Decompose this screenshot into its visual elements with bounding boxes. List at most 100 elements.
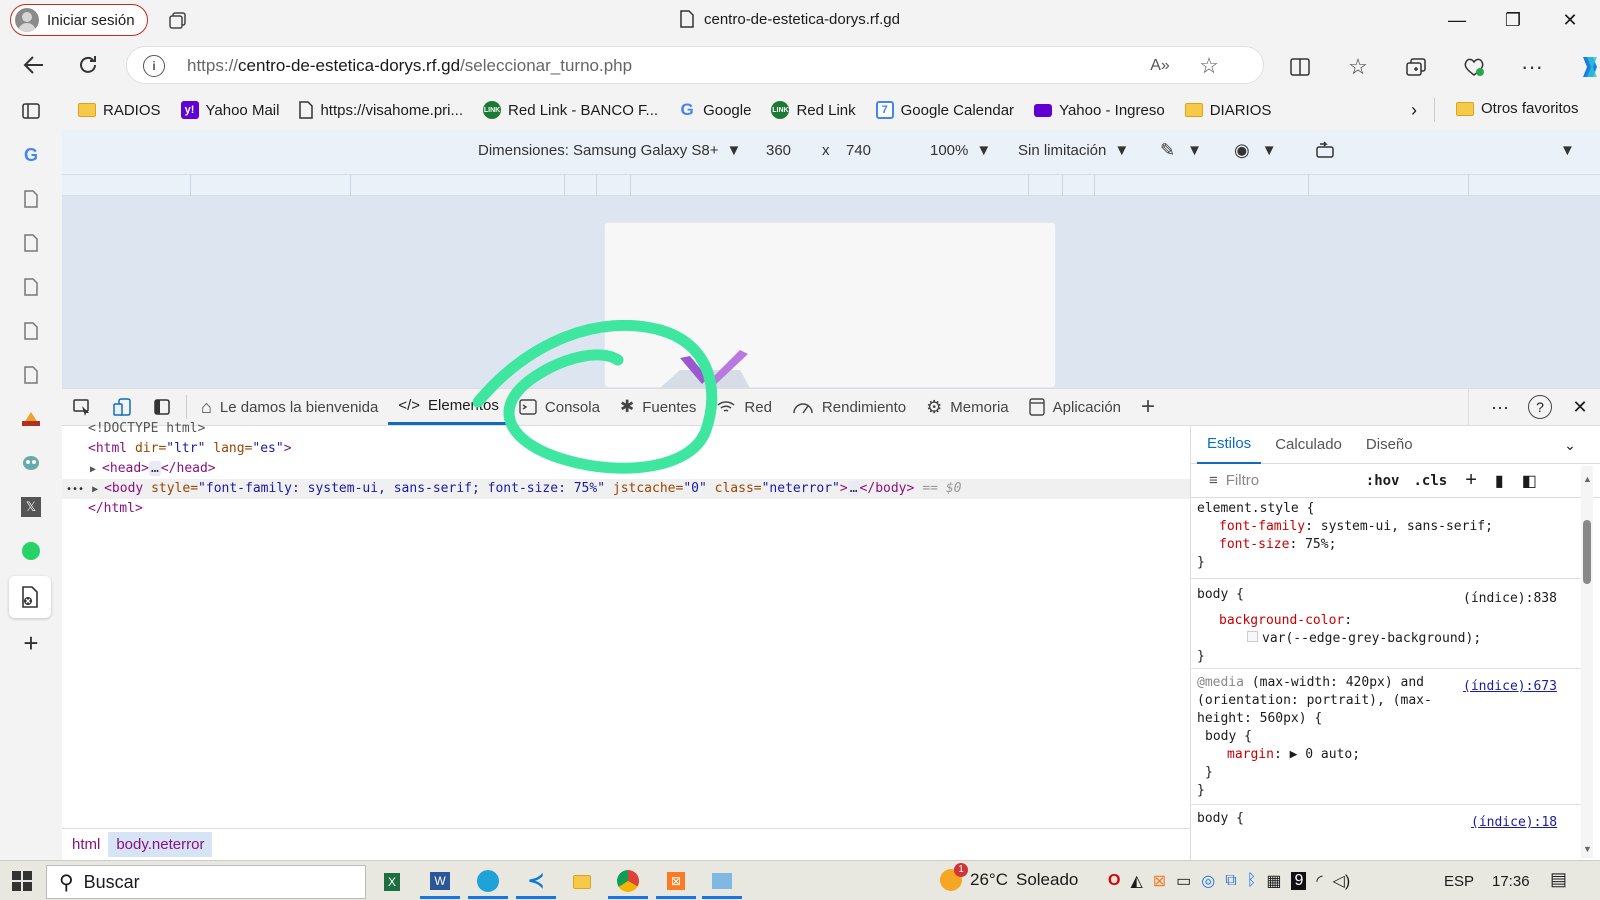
- scroll-up-icon[interactable]: ▲: [1583, 474, 1592, 484]
- page-tab-icon[interactable]: [16, 184, 46, 214]
- new-rule-icon[interactable]: +: [1465, 469, 1477, 492]
- scroll-down-icon[interactable]: ▼: [1583, 844, 1592, 854]
- xampp-app-icon[interactable]: ⊠: [656, 865, 696, 899]
- network-share-icon[interactable]: ⧉: [1225, 872, 1236, 890]
- prop-value[interactable]: : system-ui, sans-serif;: [1305, 519, 1493, 534]
- tab-actions-icon[interactable]: [164, 6, 192, 34]
- rule-source-link[interactable]: (índice):673: [1463, 678, 1557, 696]
- close-window-button[interactable]: ✕: [1545, 0, 1595, 40]
- weather-widget[interactable]: 1 26°C Soleado: [940, 863, 1078, 891]
- browser-essentials-icon[interactable]: [1456, 49, 1492, 85]
- collapsed-ellipsis[interactable]: …: [847, 481, 860, 496]
- style-rule-body-2[interactable]: body {: [1197, 810, 1244, 828]
- notes-app-icon[interactable]: [702, 865, 742, 899]
- styles-scrollbar[interactable]: ▲ ▼: [1581, 466, 1593, 858]
- collections-icon[interactable]: [1398, 49, 1434, 85]
- page-tab-icon[interactable]: [16, 272, 46, 302]
- prop-name[interactable]: font-family: [1219, 519, 1305, 534]
- rule-source-link[interactable]: (índice):838: [1463, 590, 1557, 608]
- rotate-button[interactable]: [1314, 140, 1336, 160]
- expand-triangle-icon[interactable]: ▶: [90, 464, 102, 475]
- tray-app-icon[interactable]: 9: [1291, 872, 1307, 890]
- tray-app-icon[interactable]: ◭: [1130, 871, 1142, 891]
- fav-item-visahome[interactable]: https://visahome.pri...: [299, 101, 463, 119]
- dom-html-close[interactable]: </html>: [88, 499, 1216, 519]
- fav-item-radios[interactable]: RADIOS: [78, 102, 161, 119]
- cls-toggle[interactable]: .cls: [1413, 473, 1447, 489]
- wifi-icon[interactable]: ◜: [1316, 871, 1322, 891]
- device-select[interactable]: Dimensiones: Samsung Galaxy S8+ ▼: [478, 142, 741, 159]
- clock[interactable]: 17:36: [1492, 873, 1530, 890]
- rule-source-link[interactable]: (índice):18: [1471, 814, 1557, 832]
- expand-triangle-icon[interactable]: ▶: [92, 484, 104, 495]
- breadcrumb-html[interactable]: html: [64, 832, 108, 857]
- tray-app-icon[interactable]: ◎: [1201, 871, 1215, 891]
- toggle-sidebar-icon[interactable]: ◧: [1522, 471, 1537, 491]
- windows-start-icon[interactable]: [10, 869, 34, 893]
- taskbar-search[interactable]: ⚲ Buscar: [46, 865, 366, 899]
- row-dots-icon[interactable]: •••: [66, 484, 84, 495]
- xampp-tray-icon[interactable]: ⊠: [1153, 871, 1166, 891]
- ghost-tab-icon[interactable]: [16, 448, 46, 478]
- dom-body-node-selected[interactable]: ••• ▶ <body style="font-family: system-ui…: [62, 479, 1190, 499]
- fav-item-diarios[interactable]: DIARIOS: [1184, 102, 1271, 119]
- prop-name[interactable]: font-size: [1219, 537, 1289, 552]
- eyedropper-button[interactable]: ✎ ▼: [1160, 140, 1202, 161]
- scrollbar-thumb[interactable]: [1583, 520, 1591, 584]
- page-tab-icon[interactable]: [16, 360, 46, 390]
- tab-styles[interactable]: Estilos: [1197, 426, 1262, 464]
- tab-layout[interactable]: Diseño: [1356, 426, 1423, 464]
- bluetooth-icon[interactable]: ᛒ: [1247, 872, 1257, 890]
- x-tab-icon[interactable]: 𝕏: [16, 492, 46, 522]
- page-tab-icon[interactable]: [16, 228, 46, 258]
- whatsapp-tab-icon[interactable]: [16, 536, 46, 566]
- device-toolbar-menu-icon[interactable]: ▼: [1560, 142, 1575, 159]
- read-aloud-icon[interactable]: A»: [1147, 54, 1173, 78]
- refresh-button[interactable]: [70, 47, 106, 83]
- copilot-icon[interactable]: [1572, 49, 1600, 85]
- style-rule-body-1[interactable]: body { background-color: var(--edge-grey…: [1197, 586, 1481, 666]
- favorite-star-icon[interactable]: ☆: [1195, 52, 1223, 80]
- volume-icon[interactable]: ◁): [1333, 871, 1351, 891]
- split-screen-icon[interactable]: [1282, 49, 1318, 85]
- help-icon[interactable]: ?: [1528, 395, 1552, 419]
- fav-item-google[interactable]: G Google: [678, 100, 751, 119]
- excel-app-icon[interactable]: X: [372, 865, 412, 899]
- back-button[interactable]: [16, 47, 52, 83]
- file-explorer-app-icon[interactable]: [562, 865, 602, 899]
- add-tab-icon[interactable]: +: [16, 628, 46, 658]
- fav-item-yahoo-mail[interactable]: y! Yahoo Mail: [180, 101, 279, 119]
- edge-app-icon[interactable]: [468, 865, 508, 899]
- more-tools-icon[interactable]: ···: [1488, 395, 1512, 419]
- chevron-down-icon[interactable]: ⌄: [1559, 434, 1581, 456]
- filter-input[interactable]: Filtro: [1226, 472, 1356, 489]
- hov-toggle[interactable]: :hov: [1366, 473, 1400, 489]
- more-options-icon[interactable]: ···: [1514, 49, 1550, 85]
- minimize-button[interactable]: —: [1432, 0, 1482, 40]
- url-text[interactable]: https://centro-de-estetica-dorys.rf.gd/s…: [187, 56, 632, 76]
- battery-icon[interactable]: ▭: [1176, 871, 1191, 891]
- height-input[interactable]: 740: [846, 142, 896, 159]
- prop-value[interactable]: var(--edge-grey-background);: [1262, 631, 1481, 646]
- prop-name[interactable]: background-color: [1219, 613, 1344, 628]
- style-rule-media[interactable]: @media (max-width: 420px) and (orientati…: [1197, 674, 1432, 800]
- site-info-icon[interactable]: i: [143, 55, 165, 77]
- fav-item-redlink-banco[interactable]: LINK Red Link - BANCO F...: [483, 101, 658, 119]
- tray-app-icon[interactable]: ▦: [1266, 871, 1281, 891]
- google-tab-icon[interactable]: G: [16, 140, 46, 170]
- vertical-tabs-icon[interactable]: [16, 96, 46, 126]
- breadcrumb-body[interactable]: body.neterror: [108, 832, 213, 857]
- opera-icon[interactable]: O: [1108, 872, 1120, 890]
- width-input[interactable]: 360: [766, 142, 816, 159]
- tab-computed[interactable]: Calculado: [1265, 426, 1352, 464]
- throttle-select[interactable]: Sin limitación ▼: [1018, 142, 1129, 159]
- prop-value[interactable]: : 75%;: [1289, 537, 1336, 552]
- chevron-right-icon[interactable]: ›: [1402, 98, 1426, 122]
- zoom-select[interactable]: 100% ▼: [930, 142, 991, 159]
- style-rule-element[interactable]: element.style { font-family: system-ui, …: [1197, 500, 1493, 572]
- close-devtools-icon[interactable]: ✕: [1568, 395, 1592, 419]
- fav-item-redlink[interactable]: LINK Red Link: [771, 101, 856, 119]
- vision-deficiency-button[interactable]: ◉ ▼: [1234, 140, 1277, 161]
- favorites-icon[interactable]: ☆: [1340, 49, 1376, 85]
- language-indicator[interactable]: ESP: [1444, 873, 1474, 890]
